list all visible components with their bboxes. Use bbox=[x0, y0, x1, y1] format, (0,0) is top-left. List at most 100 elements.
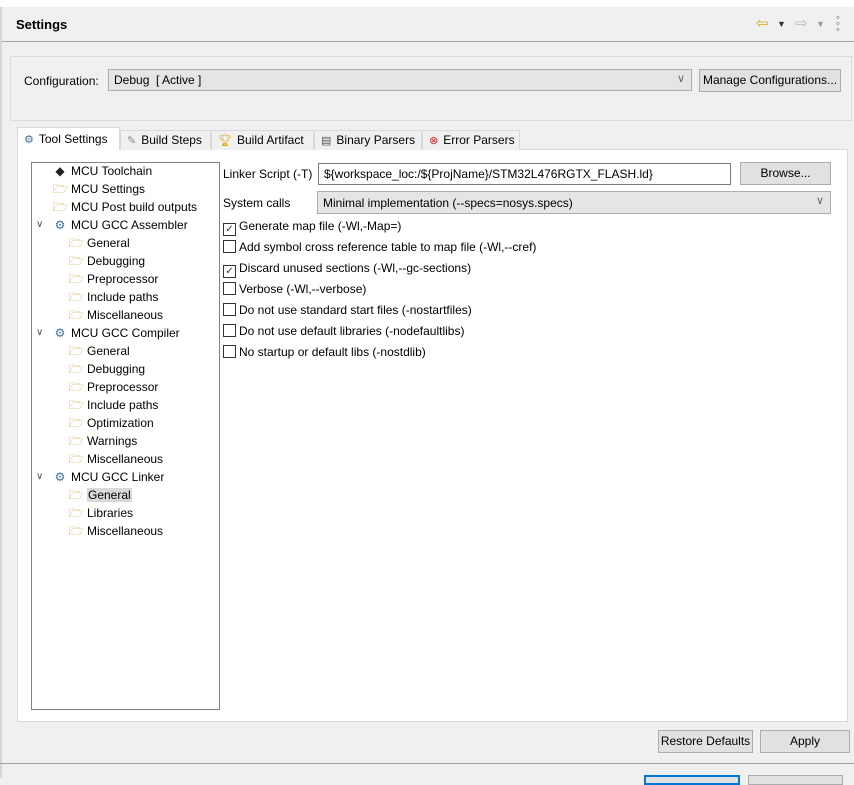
tree-item-label: Debugging bbox=[87, 362, 146, 376]
tab-label: Build Artifact bbox=[236, 133, 304, 147]
checkbox-label: Do not use standard start files (-nostar… bbox=[239, 303, 472, 317]
browse-button[interactable]: Browse... bbox=[740, 162, 831, 185]
tree-item[interactable]: 🗁︎ Include paths bbox=[68, 396, 159, 414]
checkbox-label: Generate map file (-Wl,-Map=) bbox=[239, 219, 402, 233]
tree-item[interactable]: 🗁︎ MCU Settings bbox=[52, 180, 145, 198]
dialog-default-button[interactable] bbox=[644, 775, 740, 785]
folder-icon: 🗁︎ bbox=[68, 452, 84, 466]
folder-icon: 🗁︎ bbox=[68, 272, 84, 286]
tree-item-label: Include paths bbox=[87, 290, 159, 304]
tree-item-label: Preprocessor bbox=[87, 272, 159, 286]
tree-item[interactable]: ◆ MCU Toolchain bbox=[52, 162, 152, 180]
header-separator bbox=[2, 41, 854, 42]
tree-item[interactable]: ∨ ⚙ MCU GCC Compiler bbox=[36, 324, 180, 342]
tree-item-label: Optimization bbox=[87, 416, 154, 430]
linker-script-input[interactable]: ${workspace_loc:/${ProjName}/STM32L476RG… bbox=[318, 163, 731, 185]
system-calls-select[interactable]: Minimal implementation (--specs=nosys.sp… bbox=[317, 191, 831, 214]
tree-item-label: General bbox=[87, 488, 132, 502]
tree-item[interactable]: 🗁︎ General bbox=[68, 486, 132, 504]
folder-icon: 🗁︎ bbox=[68, 416, 84, 430]
tree-item[interactable]: ∨ ⚙ MCU GCC Linker bbox=[36, 468, 164, 486]
configuration-label: Configuration: bbox=[24, 74, 99, 88]
build-steps-icon: ✎ bbox=[127, 135, 137, 147]
forward-dropdown-icon[interactable]: ▼ bbox=[816, 19, 825, 29]
tree-item[interactable]: 🗁︎ Debugging bbox=[68, 252, 146, 270]
tree-item-label: Miscellaneous bbox=[87, 308, 164, 322]
folder-icon: 🗁︎ bbox=[68, 380, 84, 394]
linker-option[interactable]: Do not use default libraries (-nodefault… bbox=[223, 324, 464, 338]
tab-label: Error Parsers bbox=[443, 133, 515, 147]
configuration-select[interactable]: Debug [ Active ] ∨ bbox=[108, 69, 692, 91]
tree-item[interactable]: 🗁︎ Libraries bbox=[68, 504, 133, 522]
folder-icon: 🗁︎ bbox=[68, 506, 84, 520]
back-arrow-icon[interactable]: ⇦ bbox=[756, 14, 769, 32]
tab-label: Binary Parsers bbox=[336, 133, 416, 147]
view-menu-icon[interactable]: ◦ ◦ ◦ bbox=[836, 13, 840, 36]
tree-item[interactable]: 🗁︎ Miscellaneous bbox=[68, 306, 164, 324]
tree-item[interactable]: 🗁︎ Warnings bbox=[68, 432, 138, 450]
system-calls-label: System calls bbox=[223, 196, 291, 210]
tree-item[interactable]: 🗁︎ MCU Post build outputs bbox=[52, 198, 198, 216]
tab-build-steps[interactable]: ✎ Build Steps bbox=[120, 130, 211, 150]
checkbox[interactable]: ✓ bbox=[223, 265, 236, 278]
tool-settings-icon: ⚙ bbox=[24, 134, 34, 146]
tab-label: Tool Settings bbox=[38, 132, 108, 146]
tree-item-label: Miscellaneous bbox=[87, 452, 164, 466]
tree-item[interactable]: 🗁︎ Preprocessor bbox=[68, 378, 159, 396]
linker-option[interactable]: ✓ Generate map file (-Wl,-Map=) bbox=[223, 219, 401, 236]
tree-item[interactable]: 🗁︎ Miscellaneous bbox=[68, 450, 164, 468]
chevron-down-icon[interactable]: ∨ bbox=[36, 216, 43, 234]
tab-binary-parsers[interactable]: ▤ Binary Parsers bbox=[314, 130, 422, 150]
folder-icon: 🗁︎ bbox=[68, 362, 84, 376]
settings-tree[interactable]: ◆ MCU Toolchain 🗁︎ MCU Settings 🗁︎ MCU Post b… bbox=[31, 162, 220, 710]
chevron-down-icon[interactable]: ∨ bbox=[36, 324, 43, 342]
tab-build-artifact[interactable]: 🏆︎ Build Artifact bbox=[211, 130, 314, 150]
restore-defaults-button[interactable]: Restore Defaults bbox=[658, 730, 753, 753]
gear-icon: ⚙ bbox=[54, 470, 66, 484]
tree-item[interactable]: 🗁︎ General bbox=[68, 342, 130, 360]
linker-option[interactable]: ✓ Discard unused sections (-Wl,--gc-secti… bbox=[223, 261, 471, 278]
page-title: Settings bbox=[16, 17, 68, 32]
tree-item[interactable]: 🗁︎ Preprocessor bbox=[68, 270, 159, 288]
tree-item[interactable]: 🗁︎ Include paths bbox=[68, 288, 159, 306]
checkbox-label: Verbose (-Wl,--verbose) bbox=[239, 282, 367, 296]
top-strip bbox=[0, 0, 854, 7]
tab-error-parsers[interactable]: ⊗ Error Parsers bbox=[422, 130, 520, 150]
linker-option[interactable]: Do not use standard start files (-nostar… bbox=[223, 303, 472, 317]
tab-label: Build Steps bbox=[141, 133, 202, 147]
tree-item[interactable]: ∨ ⚙ MCU GCC Assembler bbox=[36, 216, 188, 234]
folder-icon: 🗁︎ bbox=[68, 434, 84, 448]
tree-item[interactable]: 🗁︎ Debugging bbox=[68, 360, 146, 378]
checkbox[interactable] bbox=[223, 345, 236, 358]
tree-item[interactable]: 🗁︎ General bbox=[68, 234, 130, 252]
gear-icon: ⚙ bbox=[54, 218, 66, 232]
system-calls-value: Minimal implementation (--specs=nosys.sp… bbox=[323, 196, 573, 210]
back-dropdown-icon[interactable]: ▼ bbox=[777, 19, 786, 29]
tree-item[interactable]: 🗁︎ Miscellaneous bbox=[68, 522, 164, 540]
chevron-down-icon: ∨ bbox=[815, 195, 824, 207]
tab-tool-settings[interactable]: ⚙ Tool Settings bbox=[17, 127, 120, 150]
checkbox[interactable] bbox=[223, 303, 236, 316]
tree-item-label: MCU Post build outputs bbox=[71, 200, 198, 214]
checkbox-label: Add symbol cross reference table to map … bbox=[239, 240, 537, 254]
checkbox[interactable]: ✓ bbox=[223, 223, 236, 236]
manage-configurations-button[interactable]: Manage Configurations... bbox=[699, 69, 841, 92]
footer-separator bbox=[0, 763, 854, 764]
chevron-down-icon[interactable]: ∨ bbox=[36, 468, 43, 486]
error-parsers-icon: ⊗ bbox=[429, 135, 439, 147]
tree-item-label: Warnings bbox=[87, 434, 138, 448]
checkbox[interactable] bbox=[223, 240, 236, 253]
checkbox[interactable] bbox=[223, 324, 236, 337]
linker-option[interactable]: No startup or default libs (-nostdlib) bbox=[223, 345, 426, 359]
linker-option[interactable]: Verbose (-Wl,--verbose) bbox=[223, 282, 366, 296]
tree-item-label: MCU Settings bbox=[71, 182, 146, 196]
checkbox[interactable] bbox=[223, 282, 236, 295]
folder-icon: 🗁︎ bbox=[68, 308, 84, 322]
linker-option[interactable]: Add symbol cross reference table to map … bbox=[223, 240, 536, 254]
configuration-value: Debug [ Active ] bbox=[114, 73, 202, 87]
tree-item[interactable]: 🗁︎ Optimization bbox=[68, 414, 154, 432]
apply-button[interactable]: Apply bbox=[760, 730, 850, 753]
folder-icon: 🗁︎ bbox=[52, 200, 68, 214]
dialog-cancel-button[interactable] bbox=[748, 775, 843, 785]
forward-arrow-icon[interactable]: ⇨ bbox=[795, 14, 808, 32]
